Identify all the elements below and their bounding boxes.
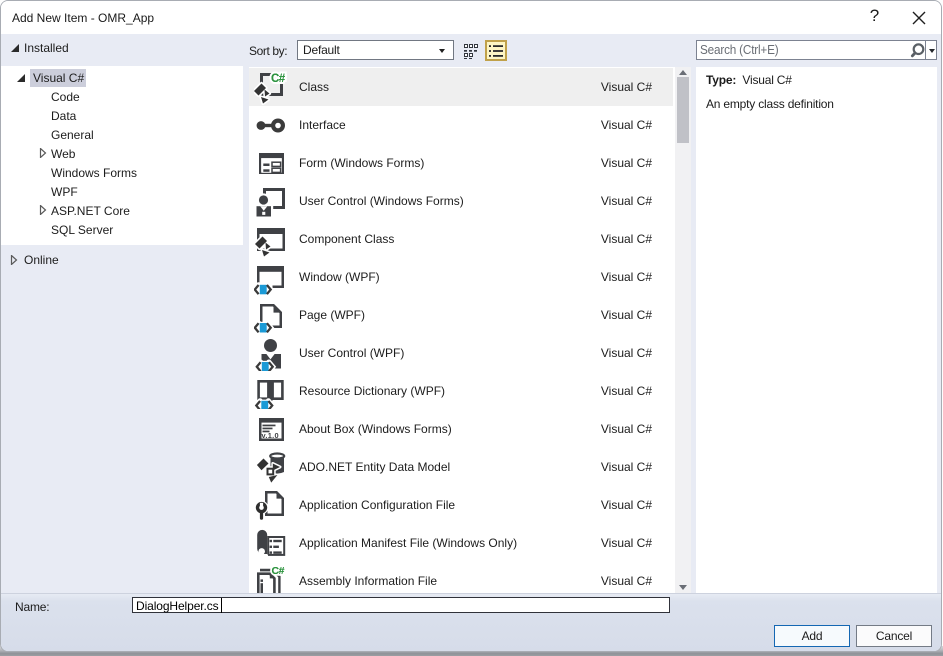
- svg-text:v.1.0: v.1.0: [262, 431, 279, 440]
- svg-text:C#: C#: [272, 565, 285, 577]
- svg-text:C#: C#: [271, 73, 286, 85]
